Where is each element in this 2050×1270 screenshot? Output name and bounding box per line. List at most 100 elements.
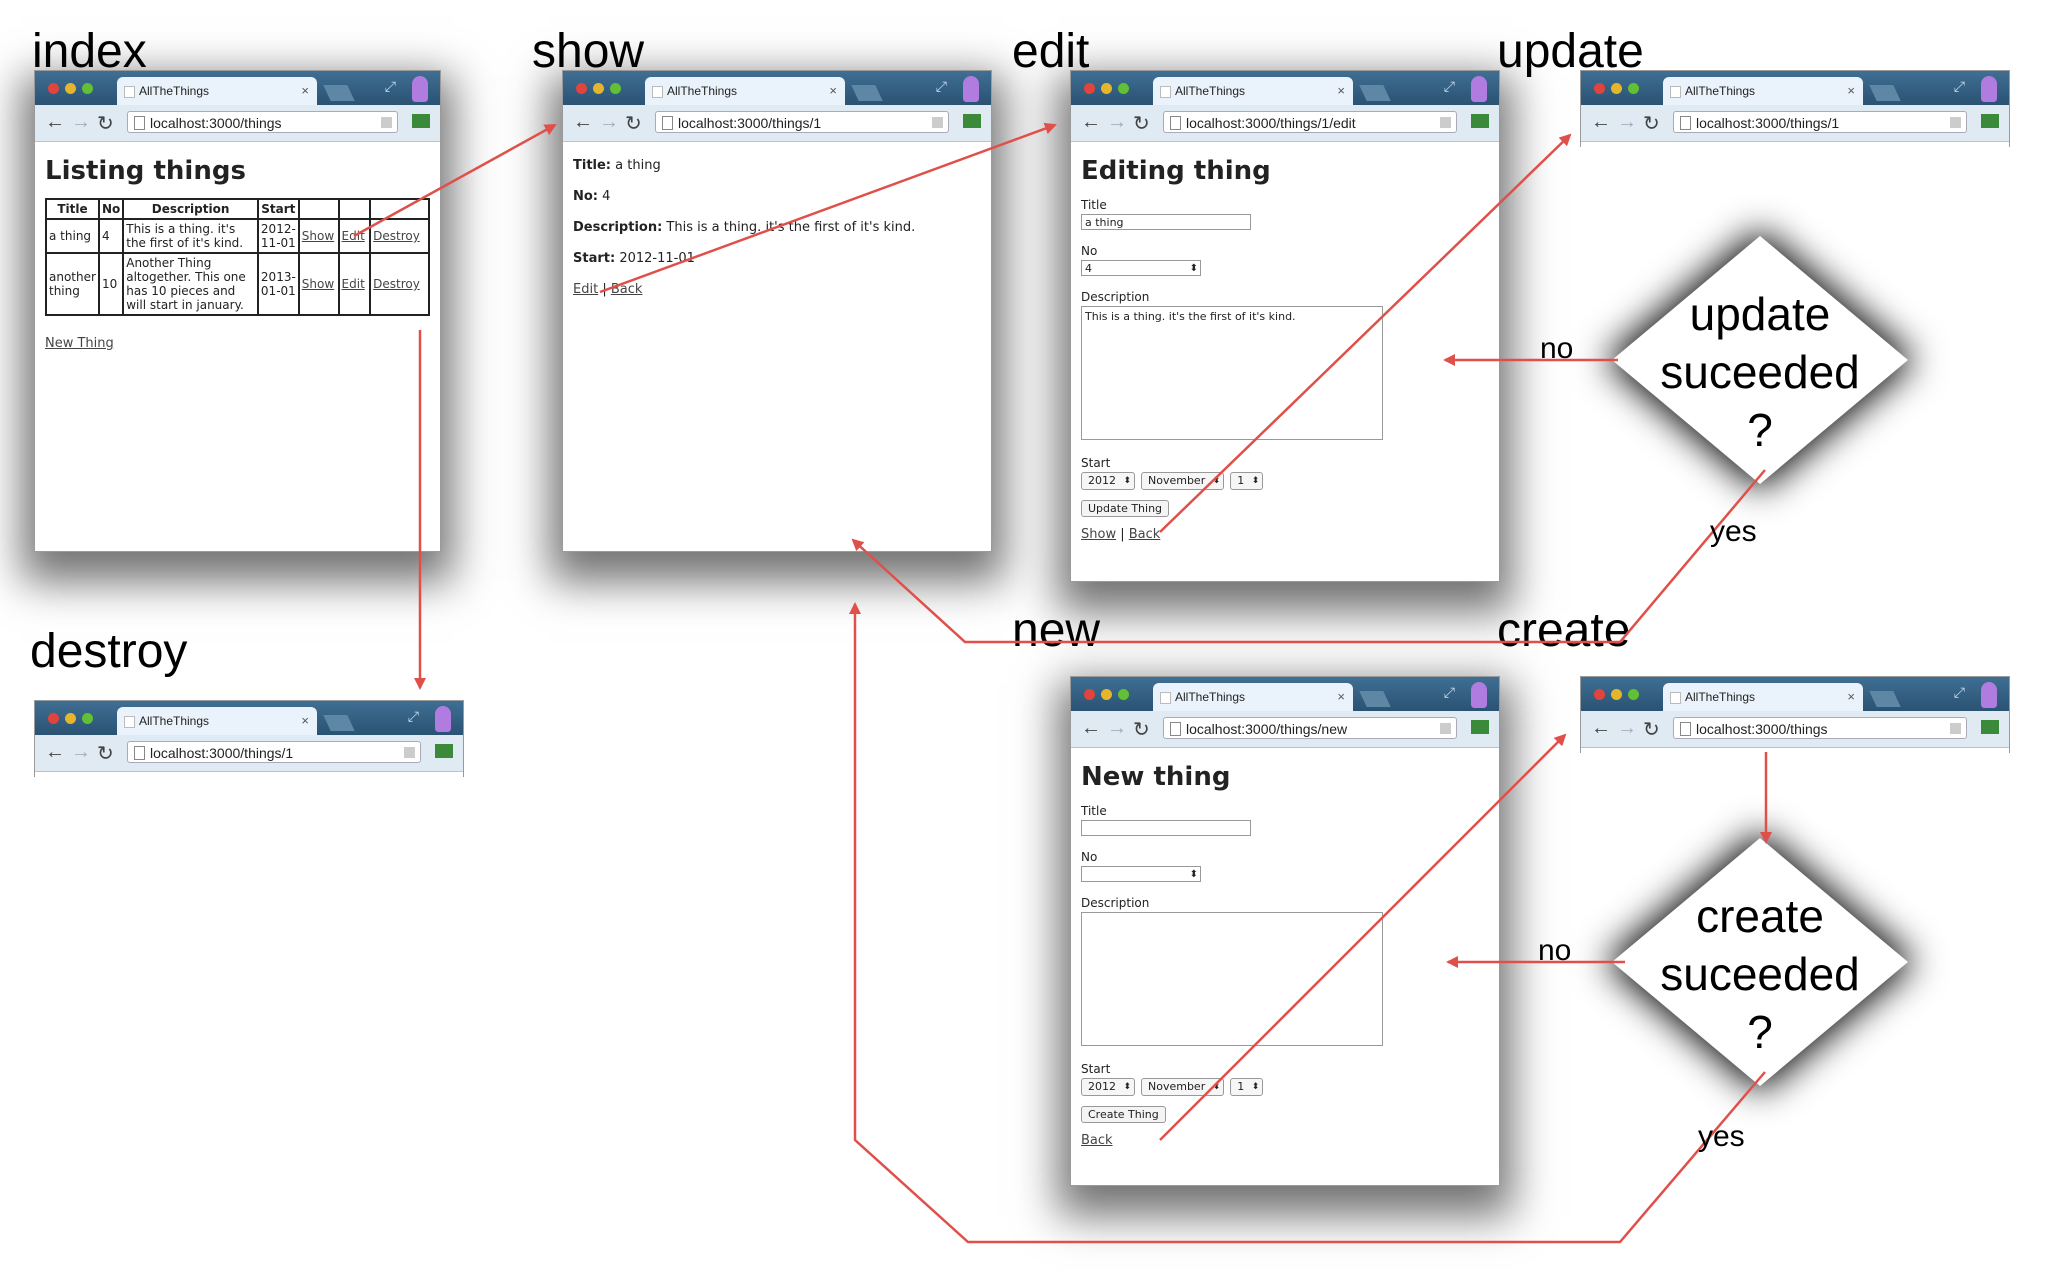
reload-icon[interactable]: ↻ <box>97 111 114 136</box>
show-link[interactable]: Show <box>1081 527 1116 542</box>
zoom-dot[interactable] <box>1118 689 1129 700</box>
reload-icon[interactable]: ↻ <box>97 741 114 766</box>
minimize-dot[interactable] <box>65 713 76 724</box>
month-select[interactable]: November <box>1141 1078 1225 1096</box>
tab-close-icon[interactable]: × <box>301 77 309 105</box>
new-tab-button[interactable] <box>1359 85 1391 101</box>
expand-icon[interactable]: ⤢ <box>936 79 947 95</box>
back-arrow-icon[interactable]: ← <box>45 741 65 764</box>
month-select[interactable]: November <box>1141 472 1225 490</box>
description-textarea[interactable] <box>1081 912 1383 1046</box>
destroy-link[interactable]: Destroy <box>373 277 420 291</box>
description-textarea[interactable]: This is a thing. it's the first of it's … <box>1081 306 1383 440</box>
minimize-dot[interactable] <box>593 83 604 94</box>
minimize-dot[interactable] <box>1101 83 1112 94</box>
menu-icon[interactable] <box>1471 114 1489 128</box>
expand-icon[interactable]: ⤢ <box>385 79 396 95</box>
close-dot[interactable] <box>576 83 587 94</box>
forward-arrow-icon[interactable]: → <box>1617 717 1637 740</box>
address-bar[interactable]: localhost:3000/things/1/edit <box>1163 111 1457 133</box>
new-tab-button[interactable] <box>1869 85 1901 101</box>
expand-icon[interactable]: ⤢ <box>1954 79 1965 95</box>
browser-tab[interactable]: AllTheThings × <box>117 707 317 735</box>
close-dot[interactable] <box>1084 689 1095 700</box>
zoom-dot[interactable] <box>82 83 93 94</box>
back-arrow-icon[interactable]: ← <box>1591 717 1611 740</box>
minimize-dot[interactable] <box>1611 689 1622 700</box>
back-arrow-icon[interactable]: ← <box>1081 111 1101 134</box>
forward-arrow-icon[interactable]: → <box>1107 111 1127 134</box>
minimize-dot[interactable] <box>1611 83 1622 94</box>
address-bar[interactable]: localhost:3000/things <box>1673 717 1967 739</box>
minimize-dot[interactable] <box>1101 689 1112 700</box>
forward-arrow-icon[interactable]: → <box>71 111 91 134</box>
close-dot[interactable] <box>48 713 59 724</box>
show-link[interactable]: Show <box>302 277 334 291</box>
zoom-dot[interactable] <box>1118 83 1129 94</box>
menu-icon[interactable] <box>1471 720 1489 734</box>
update-thing-button[interactable]: Update Thing <box>1081 500 1170 517</box>
profile-icon[interactable] <box>1471 76 1487 102</box>
back-arrow-icon[interactable]: ← <box>1591 111 1611 134</box>
day-select[interactable]: 1 <box>1230 472 1264 490</box>
minimize-dot[interactable] <box>65 83 76 94</box>
profile-icon[interactable] <box>1981 76 1997 102</box>
profile-icon[interactable] <box>1471 682 1487 708</box>
address-bar[interactable]: localhost:3000/things/1 <box>127 741 421 763</box>
menu-icon[interactable] <box>963 114 981 128</box>
zoom-dot[interactable] <box>610 83 621 94</box>
url-dropdown-icon[interactable] <box>932 117 943 128</box>
new-tab-button[interactable] <box>1869 691 1901 707</box>
browser-tab[interactable]: AllTheThings × <box>1663 77 1863 105</box>
url-dropdown-icon[interactable] <box>381 117 392 128</box>
destroy-link[interactable]: Destroy <box>373 229 420 243</box>
tab-close-icon[interactable]: × <box>1847 683 1855 711</box>
profile-icon[interactable] <box>1981 682 1997 708</box>
back-arrow-icon[interactable]: ← <box>45 111 65 134</box>
browser-tab[interactable]: AllTheThings × <box>1153 683 1353 711</box>
address-bar[interactable]: localhost:3000/things <box>127 111 398 133</box>
year-select[interactable]: 2012 <box>1081 1078 1135 1096</box>
menu-icon[interactable] <box>1981 720 1999 734</box>
edit-link[interactable]: Edit <box>342 277 365 291</box>
expand-icon[interactable]: ⤢ <box>1444 79 1455 95</box>
close-dot[interactable] <box>1594 689 1605 700</box>
new-tab-button[interactable] <box>323 85 355 101</box>
close-dot[interactable] <box>1594 83 1605 94</box>
forward-arrow-icon[interactable]: → <box>599 111 619 134</box>
browser-tab[interactable]: AllTheThings × <box>1663 683 1863 711</box>
day-select[interactable]: 1 <box>1230 1078 1264 1096</box>
back-arrow-icon[interactable]: ← <box>1081 717 1101 740</box>
url-dropdown-icon[interactable] <box>1950 723 1961 734</box>
url-dropdown-icon[interactable] <box>404 747 415 758</box>
forward-arrow-icon[interactable]: → <box>1617 111 1637 134</box>
show-link[interactable]: Show <box>302 229 334 243</box>
zoom-dot[interactable] <box>1628 83 1639 94</box>
new-thing-link[interactable]: New Thing <box>45 336 114 351</box>
no-stepper[interactable] <box>1081 866 1201 883</box>
new-tab-button[interactable] <box>851 85 883 101</box>
tab-close-icon[interactable]: × <box>1337 77 1345 105</box>
reload-icon[interactable]: ↻ <box>1643 111 1660 136</box>
menu-icon[interactable] <box>1981 114 1999 128</box>
expand-icon[interactable]: ⤢ <box>1954 685 1965 701</box>
profile-icon[interactable] <box>963 76 979 102</box>
address-bar[interactable]: localhost:3000/things/new <box>1163 717 1457 739</box>
forward-arrow-icon[interactable]: → <box>71 741 91 764</box>
url-dropdown-icon[interactable] <box>1950 117 1961 128</box>
menu-icon[interactable] <box>435 744 453 758</box>
browser-tab[interactable]: AllTheThings × <box>1153 77 1353 105</box>
profile-icon[interactable] <box>412 76 428 102</box>
zoom-dot[interactable] <box>1628 689 1639 700</box>
create-thing-button[interactable]: Create Thing <box>1081 1106 1166 1123</box>
back-link[interactable]: Back <box>1081 1133 1113 1148</box>
tab-close-icon[interactable]: × <box>1337 683 1345 711</box>
browser-tab[interactable]: AllTheThings × <box>645 77 845 105</box>
reload-icon[interactable]: ↻ <box>625 111 642 136</box>
expand-icon[interactable]: ⤢ <box>408 709 419 725</box>
browser-tab[interactable]: AllTheThings × <box>117 77 317 105</box>
edit-link[interactable]: Edit <box>342 229 365 243</box>
address-bar[interactable]: localhost:3000/things/1 <box>1673 111 1967 133</box>
close-dot[interactable] <box>1084 83 1095 94</box>
zoom-dot[interactable] <box>82 713 93 724</box>
